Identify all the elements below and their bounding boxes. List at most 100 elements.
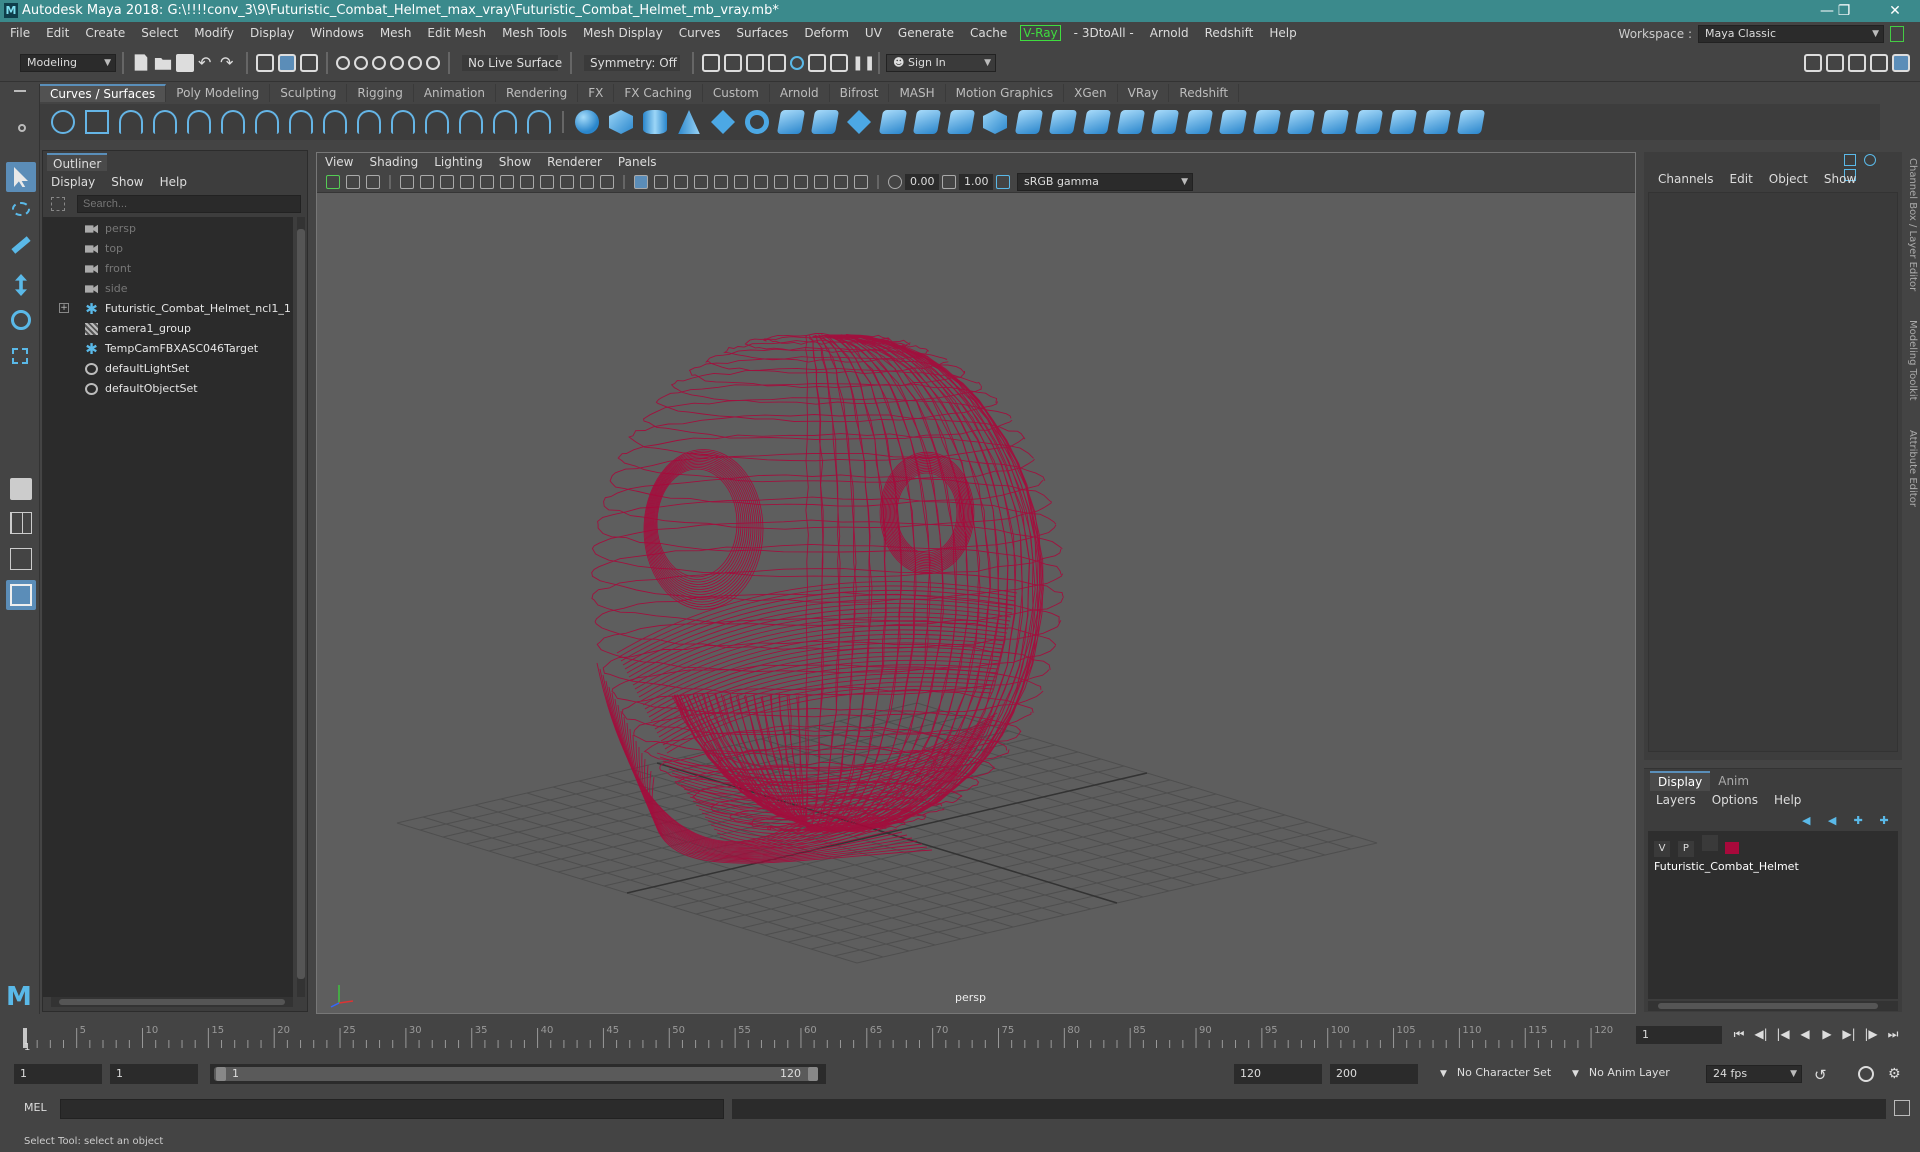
lasso-tool-icon[interactable] xyxy=(6,198,36,228)
2d-pan-zoom-icon[interactable] xyxy=(440,174,454,189)
outliner-layout-icon[interactable] xyxy=(6,580,36,610)
outliner-menu-show[interactable]: Show xyxy=(103,173,151,191)
undo-icon[interactable]: ↶ xyxy=(198,53,216,72)
play-forwards-icon[interactable]: ▶ xyxy=(1818,1025,1836,1043)
bevel-plus-icon[interactable] xyxy=(1048,110,1078,134)
menu-select[interactable]: Select xyxy=(133,22,186,44)
new-layer-selected-icon[interactable]: ✚ xyxy=(1879,814,1895,827)
arc-icon[interactable] xyxy=(255,110,279,134)
viewport-menu-lighting[interactable]: Lighting xyxy=(426,153,491,171)
menu-cache[interactable]: Cache xyxy=(962,22,1015,44)
layer-editor-menu-options[interactable]: Options xyxy=(1704,791,1766,809)
current-frame-field[interactable]: 1 xyxy=(1636,1026,1722,1044)
snap-view-icon[interactable] xyxy=(390,55,404,70)
xray-joints-icon[interactable] xyxy=(774,174,788,189)
new-scene-icon[interactable] xyxy=(134,54,148,71)
snap-curve-icon[interactable] xyxy=(354,55,368,70)
menu-display[interactable]: Display xyxy=(242,22,302,44)
insert-knot-icon[interactable] xyxy=(357,110,381,134)
shelf-tab-vray[interactable]: VRay xyxy=(1118,84,1170,102)
shadows-icon[interactable] xyxy=(734,174,748,189)
channel-box-menu-show[interactable]: Show xyxy=(1816,172,1864,186)
snap-point-icon[interactable] xyxy=(372,55,386,70)
use-all-lights-icon[interactable] xyxy=(714,174,728,189)
offset-curve-icon[interactable] xyxy=(425,110,449,134)
select-tool-icon[interactable] xyxy=(6,162,36,192)
menu-surfaces[interactable]: Surfaces xyxy=(728,22,796,44)
render-settings-icon[interactable] xyxy=(746,53,764,72)
detach-curves-icon[interactable] xyxy=(323,110,347,134)
stop-render-icon[interactable] xyxy=(830,53,848,72)
tab-display[interactable]: Display xyxy=(1650,771,1711,791)
nurbs-cylinder-icon[interactable] xyxy=(643,110,667,134)
ipr-render-icon[interactable] xyxy=(790,55,804,70)
insert-isoparms-icon[interactable] xyxy=(1320,110,1350,134)
layer-editor-menu-help[interactable]: Help xyxy=(1766,791,1809,809)
outliner-item[interactable]: ✱ TempCamFBXASC046Target xyxy=(43,339,293,359)
channel-box-icons[interactable] xyxy=(1844,154,1894,181)
safe-title-icon[interactable] xyxy=(600,174,614,189)
gamma-icon[interactable] xyxy=(942,174,956,189)
shelf-tab-custom[interactable]: Custom xyxy=(703,84,770,102)
nurbs-plane-icon[interactable] xyxy=(711,110,735,134)
menu-redshift[interactable]: Redshift xyxy=(1197,22,1262,44)
live-surface-field[interactable]: No Live Surface xyxy=(462,54,562,71)
trim-tool-icon[interactable] xyxy=(1150,110,1180,134)
playback-end-field[interactable]: 120 xyxy=(1234,1064,1322,1084)
gamma-field[interactable]: 1.00 xyxy=(959,173,993,190)
textured-icon[interactable] xyxy=(694,174,708,189)
outliner-menu-help[interactable]: Help xyxy=(152,173,195,191)
wireframe-icon[interactable] xyxy=(634,174,648,189)
menu-uv[interactable]: UV xyxy=(857,22,890,44)
shelf-settings-icon[interactable] xyxy=(18,124,26,132)
layer-color-swatch[interactable] xyxy=(1725,841,1740,854)
camera-attributes-icon[interactable] xyxy=(366,174,380,189)
viewport-menu-renderer[interactable]: Renderer xyxy=(539,153,610,171)
vray-render-icon[interactable] xyxy=(808,53,826,72)
outliner-item[interactable]: defaultLightSet xyxy=(43,359,293,379)
untrim-icon[interactable] xyxy=(1184,110,1214,134)
scale-tool-icon[interactable] xyxy=(6,342,36,372)
viewport-menu-panels[interactable]: Panels xyxy=(610,153,665,171)
bevel-icon[interactable] xyxy=(1014,110,1044,134)
outliner-item[interactable]: + ✱ Futuristic_Combat_Helmet_ncl1_1 xyxy=(43,299,293,319)
outliner-item[interactable]: persp xyxy=(43,219,293,239)
project-curve-icon[interactable] xyxy=(1116,110,1146,134)
nurbs-torus-icon[interactable] xyxy=(745,110,769,134)
shelf-tab-motion-graphics[interactable]: Motion Graphics xyxy=(946,84,1065,102)
character-set-dropdown[interactable]: ▼ No Character Set xyxy=(1434,1065,1578,1083)
motion-blur-icon[interactable] xyxy=(814,174,828,189)
outliner-item[interactable]: camera1_group xyxy=(43,319,293,339)
script-editor-icon[interactable] xyxy=(1894,1100,1910,1116)
menu-file[interactable]: File xyxy=(2,22,38,44)
save-scene-icon[interactable] xyxy=(176,53,194,72)
snap-surface-icon[interactable] xyxy=(408,55,422,70)
viewport-menu-show[interactable]: Show xyxy=(491,153,539,171)
menu-deform[interactable]: Deform xyxy=(796,22,857,44)
gate-mask-icon[interactable] xyxy=(540,174,554,189)
side-tab-modeling-toolkit[interactable]: Modeling Toolkit xyxy=(1907,320,1918,401)
bookmark-icon[interactable] xyxy=(400,174,414,189)
shelf-tab-mash[interactable]: MASH xyxy=(889,84,946,102)
animation-start-field[interactable]: 1 xyxy=(14,1064,102,1084)
film-gate-icon[interactable] xyxy=(500,174,514,189)
resolution-gate-icon[interactable] xyxy=(520,174,534,189)
shelf-tab-animation[interactable]: Animation xyxy=(414,84,496,102)
move-layer-up-icon[interactable]: ◀ xyxy=(1802,814,1818,827)
auto-key-icon[interactable] xyxy=(1858,1066,1874,1082)
mode-dropdown[interactable]: Modeling ▼ xyxy=(20,53,116,72)
shelf-tab-xgen[interactable]: XGen xyxy=(1064,84,1118,102)
select-component-icon[interactable] xyxy=(300,53,318,72)
animation-preferences-icon[interactable]: ⚙ xyxy=(1888,1066,1901,1082)
layer-display-type-toggle[interactable] xyxy=(1701,835,1718,851)
pause-icon[interactable]: ❚❚ xyxy=(852,54,875,72)
shelf-tab-redshift[interactable]: Redshift xyxy=(1169,84,1240,102)
menu-3dtoall[interactable]: - 3DtoAll - xyxy=(1066,22,1142,44)
step-forward-key-icon[interactable]: |▶ xyxy=(1862,1025,1880,1043)
loft-icon[interactable] xyxy=(810,110,840,134)
pencil-curve-icon[interactable] xyxy=(153,110,177,134)
four-view-layout-icon[interactable] xyxy=(6,508,36,538)
nurbs-circle-icon[interactable] xyxy=(51,110,75,134)
menu-edit[interactable]: Edit xyxy=(38,22,77,44)
ep-curve-icon[interactable] xyxy=(119,110,143,134)
